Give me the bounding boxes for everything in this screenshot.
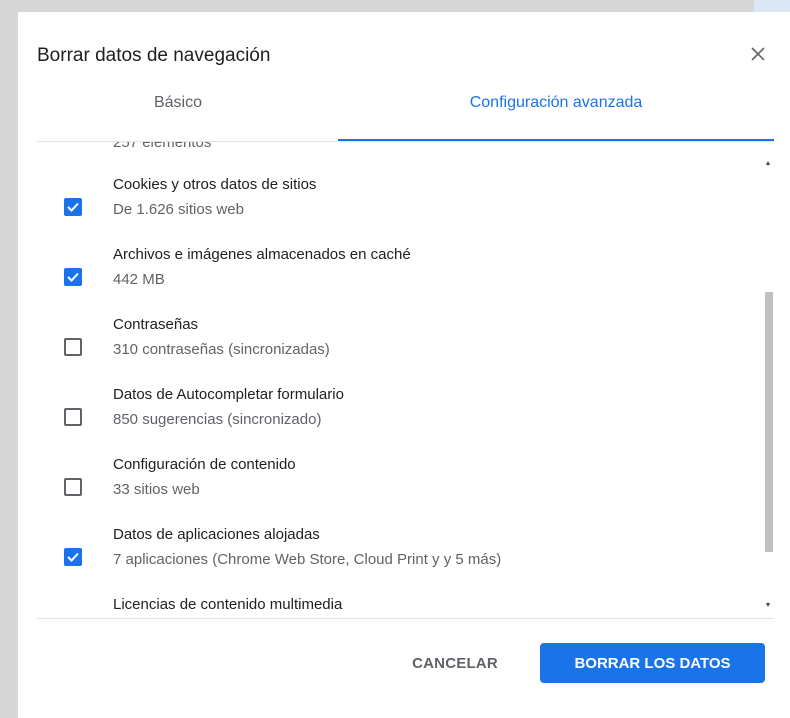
item-title: Licencias de contenido multimedia [113,596,343,613]
list-item[interactable]: Datos de aplicaciones alojadas 7 aplicaci… [36,526,763,592]
list-item[interactable]: Cookies y otros datos de sitios De 1.626 … [36,176,763,242]
item-subtitle: De 1.626 sitios web [113,201,244,218]
list-item[interactable]: Archivos e imágenes almacenados en caché… [36,246,763,312]
partially-hidden-subtitle: 257 elementos [113,142,212,151]
item-title: Contraseñas [113,316,199,333]
list-item[interactable]: Datos de Autocompletar formulario 850 sug… [36,386,763,452]
item-subtitle: 442 MB [113,271,165,288]
list-item[interactable]: Contraseñas 310 contraseñas (sincronizada… [36,316,763,382]
list-item[interactable]: Licencias de contenido multimedia [36,596,763,618]
item-subtitle: 7 aplicaciones (Chrome Web Store, Cloud … [113,551,502,568]
item-title: Archivos e imágenes almacenados en caché [113,246,411,263]
list-scrollbar[interactable] [763,142,774,618]
checkmark-icon [67,552,79,562]
checkbox-unchecked[interactable] [64,408,82,426]
scroll-up-arrow-icon[interactable] [766,161,770,165]
item-title: Datos de Autocompletar formulario [113,386,344,403]
scrollbar-thumb[interactable] [765,292,773,552]
close-icon [751,47,765,61]
data-type-list: 257 elementos Cookies y otros datos de s… [36,142,763,618]
clear-browsing-data-dialog: Borrar datos de navegación Básico Config… [18,12,790,718]
checkmark-icon [67,272,79,282]
footer-divider [36,618,774,619]
item-subtitle: 310 contraseñas (sincronizadas) [113,341,330,358]
cancel-button[interactable]: CANCELAR [396,643,514,683]
scroll-down-arrow-icon[interactable] [766,603,770,607]
checkmark-icon [67,202,79,212]
close-button[interactable] [744,40,772,68]
item-title: Cookies y otros datos de sitios [113,176,317,193]
tab-basic[interactable]: Básico [18,94,338,142]
item-title: Datos de aplicaciones alojadas [113,526,320,543]
item-subtitle: 850 sugerencias (sincronizado) [113,411,322,428]
item-subtitle: 33 sitios web [113,481,200,498]
item-title: Configuración de contenido [113,456,296,473]
checkbox-unchecked[interactable] [64,338,82,356]
tab-advanced[interactable]: Configuración avanzada [338,94,774,142]
checkbox-checked[interactable] [64,548,82,566]
checkbox-checked[interactable] [64,268,82,286]
checkbox-checked[interactable] [64,198,82,216]
dialog-title: Borrar datos de navegación [37,45,271,66]
checkbox-unchecked[interactable] [64,478,82,496]
clear-data-button[interactable]: BORRAR LOS DATOS [540,643,765,683]
list-item[interactable]: Configuración de contenido 33 sitios web [36,456,763,522]
